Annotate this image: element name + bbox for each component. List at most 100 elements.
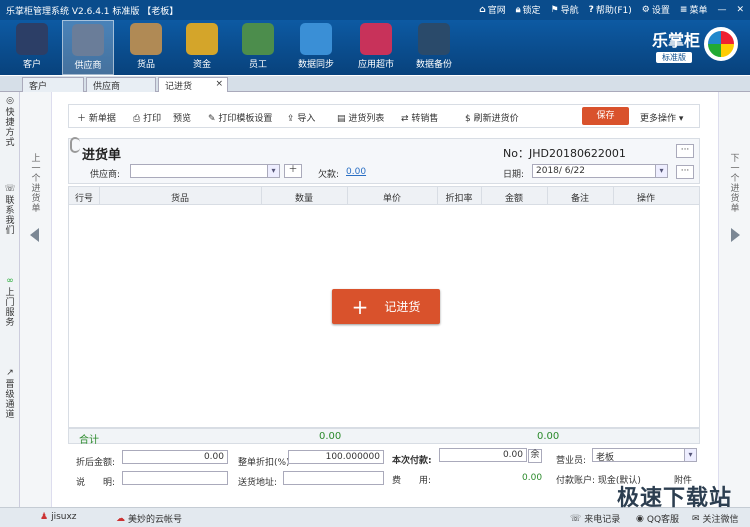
title-menu: ⌂ 官网 🔒︎ 锁定 ⚑ 导航 ? 帮助(F1) ⚙ 设置 ≡ 菜单 — ✕ xyxy=(479,3,744,17)
truck-icon xyxy=(72,24,104,56)
save-button[interactable]: 保存 xyxy=(582,107,629,125)
fee-value: 0.00 xyxy=(522,473,543,483)
wechat-button[interactable]: ✉ 关注微信 xyxy=(692,512,739,526)
edition-badge: 标准版 xyxy=(656,52,692,63)
salesman-select[interactable]: 老板 ▾ xyxy=(592,448,697,463)
qq-icon: ◉ xyxy=(636,513,644,524)
user-status: ♟ jisuxz xyxy=(40,512,77,522)
prev-order-pane[interactable]: 上一个进货单 xyxy=(20,92,52,507)
phone-icon: ☏ xyxy=(570,513,582,524)
tab-label: 客户 xyxy=(29,82,48,92)
preview-button[interactable]: 预览 xyxy=(173,111,191,124)
chevron-down-icon: ▾ xyxy=(678,114,684,124)
add-supplier-button[interactable]: ＋ xyxy=(284,164,302,178)
toolbar-sync[interactable]: 数据同步 xyxy=(290,20,342,75)
toolbar-label: 数据备份 xyxy=(415,60,452,70)
toolbar-customer[interactable]: 客户 xyxy=(6,20,58,75)
record-purchase-button[interactable]: + 记进货 xyxy=(332,289,440,324)
dropdown-arrow-icon: ▾ xyxy=(684,449,696,461)
title-menu-website[interactable]: ⌂ 官网 xyxy=(479,3,505,17)
qq-service-button[interactable]: ◉ QQ客服 xyxy=(636,512,680,526)
tab-supplier[interactable]: 供应商 xyxy=(86,77,156,92)
sidebar-contact[interactable]: 联系我们 xyxy=(3,196,17,236)
print-button[interactable]: ⎙ 打印 xyxy=(133,111,161,124)
toolbar-label: 应用超市 xyxy=(357,60,394,70)
home-icon: ⌂ xyxy=(479,4,486,15)
sidebar-upgrade[interactable]: 晋级通道 xyxy=(3,380,17,420)
debt-value[interactable]: 0.00 xyxy=(346,167,366,177)
sum-quantity: 0.00 xyxy=(319,431,342,442)
close-button[interactable]: ✕ xyxy=(736,3,744,16)
more-ops-button[interactable]: 更多操作 ▾ xyxy=(640,111,683,124)
bike-icon: ∞ xyxy=(6,276,14,286)
toolbar-backup[interactable]: 数据备份 xyxy=(408,20,460,75)
sidebar-shortcuts[interactable]: 快捷方式 xyxy=(3,108,17,148)
toolbar-label: 客户 xyxy=(22,60,41,70)
refresh-price-button[interactable]: $ 刷新进货价 xyxy=(465,111,519,124)
title-menu-help[interactable]: ? 帮助(F1) xyxy=(588,3,632,17)
print-template-button[interactable]: ✎ 打印模板设置 xyxy=(208,111,272,124)
wechat-icon: ✉ xyxy=(692,513,700,524)
title-menu-lock[interactable]: 🔒︎ 锁定 xyxy=(516,3,541,17)
toolbar-supplier[interactable]: 供应商 xyxy=(62,20,114,75)
minimize-button[interactable]: — xyxy=(717,3,726,16)
phone-icon: ☏ xyxy=(4,184,16,194)
tab-customer[interactable]: 客户 xyxy=(22,77,84,92)
toolbar-app-store[interactable]: 应用超市 xyxy=(350,20,402,75)
cloud-account-link[interactable]: ☁ 美妙的云帐号 xyxy=(116,512,182,526)
left-sidebar: ◎ 快捷方式 ☏ 联系我们 ∞ 上门服务 ↗ 晋级通道 xyxy=(0,92,20,507)
title-menu-label: 设置 xyxy=(651,6,670,16)
debt-label: 欠款: xyxy=(318,170,340,180)
new-doc-button[interactable]: ＋ 新单据 xyxy=(77,111,116,124)
date-picker[interactable]: 2018/ 6/22 ▾ xyxy=(532,164,668,178)
backup-icon xyxy=(418,23,450,55)
import-button[interactable]: ⇪ 导入 xyxy=(287,111,315,124)
brand-logo xyxy=(704,27,738,61)
flag-icon: ⚑ xyxy=(550,4,559,15)
sum-row: 合计 0.00 0.00 xyxy=(68,428,700,446)
tab-label: 记进货 xyxy=(165,82,193,92)
next-order-label: 下一个进货单 xyxy=(730,154,740,214)
to-sales-button[interactable]: ⇄ 转销售 xyxy=(401,111,438,124)
help-icon: ? xyxy=(588,4,594,15)
after-discount-input[interactable]: 0.00 xyxy=(122,450,228,464)
address-input[interactable] xyxy=(283,471,384,485)
menu-icon: ≡ xyxy=(679,4,688,15)
note-input[interactable] xyxy=(122,471,228,485)
toolbar-goods[interactable]: 货品 xyxy=(120,20,172,75)
tab-purchase[interactable]: 记进货 × xyxy=(158,77,228,92)
salesman-label: 营业员: xyxy=(556,456,587,466)
cloud-icon: ☁ xyxy=(116,513,125,524)
left-arrow-icon xyxy=(30,228,39,242)
action-label: 刷新进货价 xyxy=(473,114,519,124)
close-tab-icon[interactable]: × xyxy=(215,79,223,89)
action-label: 转销售 xyxy=(411,114,439,124)
date-label: 日期: xyxy=(503,170,525,180)
title-menu-settings[interactable]: ⚙ 设置 xyxy=(642,3,670,17)
whole-discount-input[interactable]: 100.000000 xyxy=(288,450,384,464)
user-icon: ♟ xyxy=(40,512,49,522)
doc-number-more-button[interactable]: ··· xyxy=(676,144,694,158)
supplier-select[interactable]: ▾ xyxy=(130,164,280,178)
sum-amount: 0.00 xyxy=(537,431,560,442)
toolbar-staff[interactable]: 员工 xyxy=(232,20,284,75)
payment-input[interactable]: 0.00 xyxy=(439,448,527,462)
toolbar-funds[interactable]: 资金 xyxy=(176,20,228,75)
toolbar-label: 数据同步 xyxy=(297,60,334,70)
title-menu-label: 帮助(F1) xyxy=(595,6,632,16)
toolbar-label: 资金 xyxy=(192,60,211,70)
col-header: 备注 xyxy=(570,194,589,204)
form-more-button[interactable]: ··· xyxy=(676,165,694,179)
title-menu-menu[interactable]: ≡ 菜单 xyxy=(679,3,708,17)
doc-number: No：JHD20180622001 xyxy=(503,147,626,160)
sidebar-service[interactable]: 上门服务 xyxy=(3,288,17,328)
remain-button[interactable]: 余 xyxy=(528,449,542,463)
qq-service-label: QQ客服 xyxy=(646,515,680,525)
action-label: 打印 xyxy=(143,114,162,124)
next-order-pane[interactable]: 下一个进货单 xyxy=(718,92,750,507)
title-menu-nav[interactable]: ⚑ 导航 xyxy=(550,3,579,17)
toolbar-label: 货品 xyxy=(136,60,155,70)
call-log-button[interactable]: ☏ 来电记录 xyxy=(570,512,620,526)
purchase-list-button[interactable]: ▤ 进货列表 xyxy=(337,111,384,124)
prev-order-label: 上一个进货单 xyxy=(31,154,41,214)
